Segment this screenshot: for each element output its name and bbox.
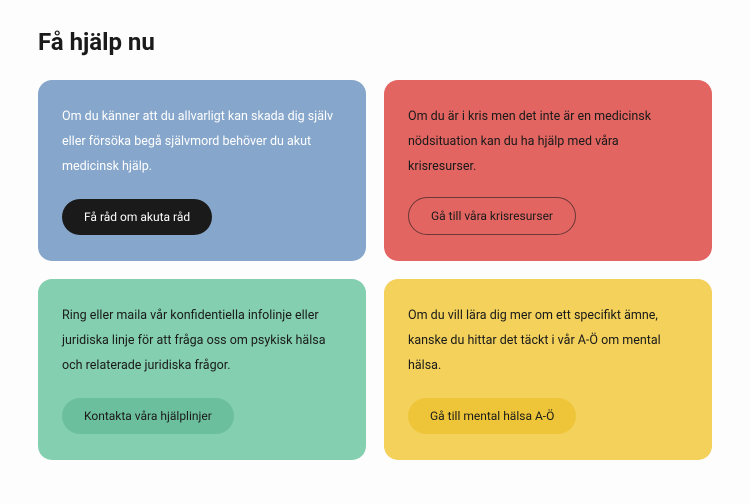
card-text: Om du känner att du allvarligt kan skada… — [62, 104, 342, 179]
card-crisis: Om du är i kris men det inte är en medic… — [384, 80, 712, 261]
emergency-advice-button[interactable]: Få råd om akuta råd — [62, 199, 212, 235]
crisis-resources-button[interactable]: Gå till våra krisresurser — [408, 197, 576, 235]
card-text: Om du vill lära dig mer om ett specifikt… — [408, 303, 688, 378]
cards-grid: Om du känner att du allvarligt kan skada… — [38, 80, 712, 460]
card-mental-health-az: Om du vill lära dig mer om ett specifikt… — [384, 279, 712, 460]
card-text: Ring eller maila vår konfidentiella info… — [62, 303, 342, 378]
card-emergency: Om du känner att du allvarligt kan skada… — [38, 80, 366, 261]
contact-helplines-button[interactable]: Kontakta våra hjälplinjer — [62, 398, 234, 434]
card-helplines: Ring eller maila vår konfidentiella info… — [38, 279, 366, 460]
page-title: Få hjälp nu — [38, 28, 712, 56]
card-text: Om du är i kris men det inte är en medic… — [408, 104, 688, 179]
mental-health-az-button[interactable]: Gå till mental hälsa A-Ö — [408, 398, 576, 434]
